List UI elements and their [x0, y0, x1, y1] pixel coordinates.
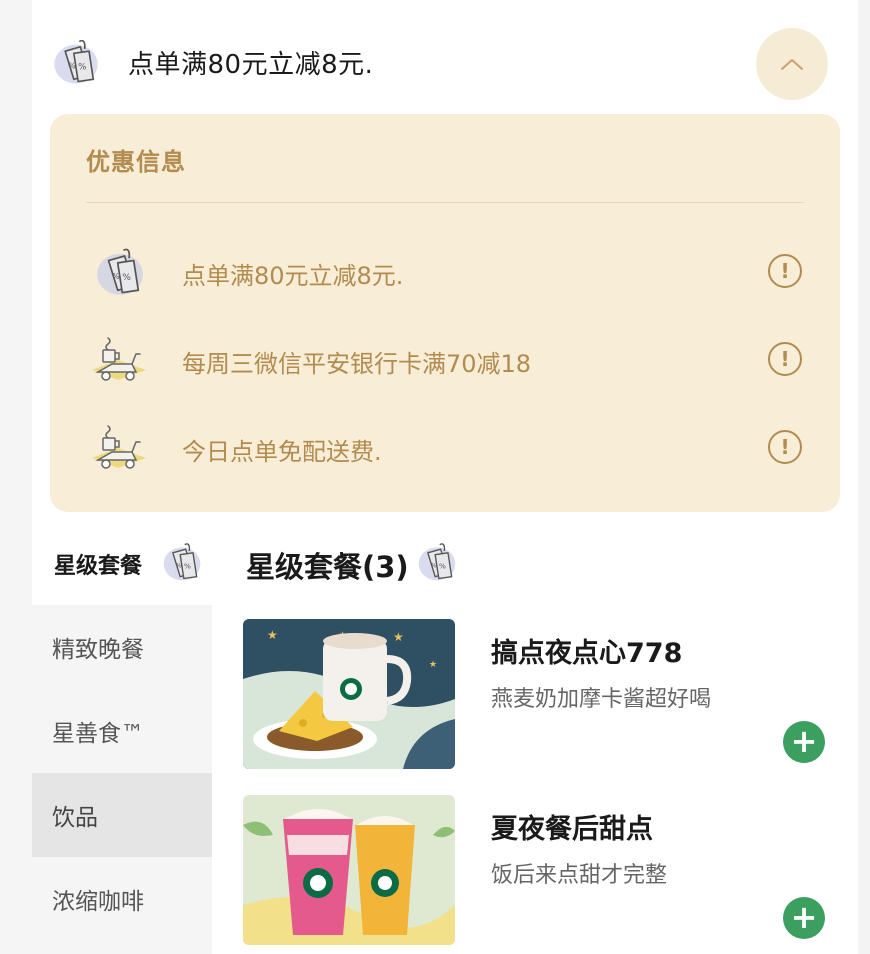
sidebar-item[interactable]: 浓缩咖啡 — [32, 857, 212, 941]
collapse-button[interactable] — [756, 28, 828, 100]
promo-item[interactable]: 点单满80元立减8元. ! — [50, 242, 840, 302]
promo-info-panel: 优惠信息 点单满80元立减8元. ! 每周三微信平安银行卡满70减18 ! 今日… — [50, 114, 840, 512]
product-description: 燕麦奶加摩卡酱超好喝 — [491, 687, 712, 712]
add-to-cart-button[interactable]: + — [783, 897, 825, 939]
svg-text:★: ★ — [393, 630, 404, 644]
promo-header[interactable]: 点单满80元立减8元. — [32, 0, 858, 114]
product-name: 搞点夜点心778 — [491, 638, 683, 669]
product-card[interactable]: 夏夜餐后甜点 饭后来点甜才完整 + — [243, 795, 858, 947]
add-to-cart-button[interactable]: + — [783, 721, 825, 763]
promo-item-text: 每周三微信平安银行卡满70减18 — [182, 350, 532, 378]
sidebar-item[interactable]: 星善食™ — [32, 689, 212, 773]
promo-item[interactable]: 今日点单免配送费. ! — [50, 418, 840, 478]
current-category-label: 星级套餐 — [54, 554, 143, 579]
chevron-up-icon — [781, 59, 803, 70]
svg-text:★: ★ — [267, 628, 278, 642]
scroll-edge — [858, 0, 870, 954]
info-icon[interactable]: ! — [768, 342, 802, 376]
promo-item-text: 点单满80元立减8元. — [182, 262, 404, 290]
section-title: 星级套餐(3) — [246, 550, 409, 584]
sidebar-item[interactable]: 精致晚餐 — [32, 605, 212, 689]
category-sidebar: 精致晚餐 星善食™ 饮品 浓缩咖啡 — [32, 605, 212, 954]
delivery-scooter-icon — [91, 337, 147, 381]
info-icon[interactable]: ! — [768, 430, 802, 464]
delivery-scooter-icon — [91, 425, 147, 469]
product-description: 饭后来点甜才完整 — [491, 863, 668, 888]
discount-tag-icon — [417, 543, 457, 582]
svg-text:★: ★ — [429, 660, 437, 670]
discount-tag-icon — [53, 39, 99, 85]
discount-tag-icon — [96, 248, 144, 296]
panel-title: 优惠信息 — [86, 148, 186, 176]
sidebar-item-active[interactable]: 饮品 — [32, 773, 212, 857]
product-image[interactable] — [243, 795, 455, 945]
page: 点单满80元立减8元. 优惠信息 点单满80元立减8元. ! 每周三微信平安银行… — [32, 0, 858, 954]
product-image[interactable]: ★ ★ ★ ★ — [243, 619, 455, 769]
promo-title: 点单满80元立减8元. — [128, 50, 374, 80]
discount-tag-icon — [162, 543, 202, 582]
product-name: 夏夜餐后甜点 — [491, 814, 653, 845]
product-card[interactable]: ★ ★ ★ ★ 搞点夜点心778 燕麦奶加摩卡酱超好喝 + — [243, 619, 858, 771]
divider — [86, 202, 804, 203]
promo-item[interactable]: 每周三微信平安银行卡满70减18 ! — [50, 330, 840, 390]
info-icon[interactable]: ! — [768, 254, 802, 288]
promo-item-text: 今日点单免配送费. — [182, 438, 382, 466]
